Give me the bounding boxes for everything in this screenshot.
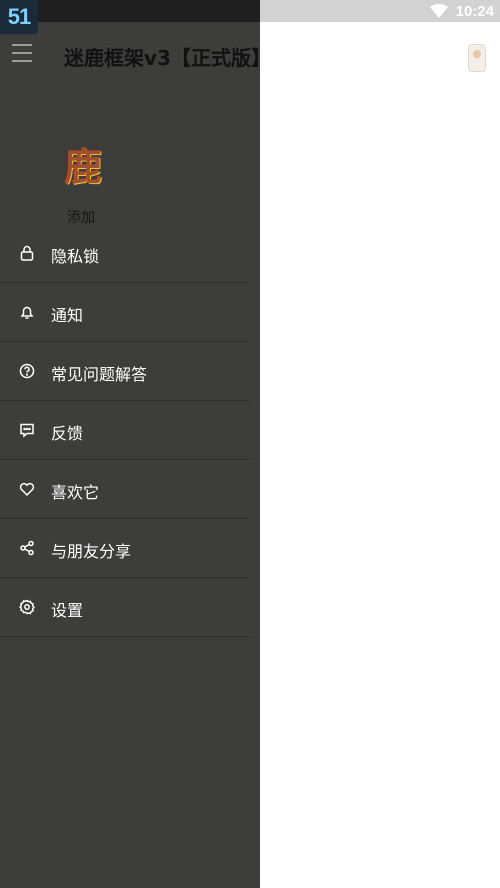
heart-icon bbox=[19, 482, 35, 497]
menu-item-faq[interactable]: 常见问题解答 bbox=[0, 342, 250, 401]
menu-item-label: 设置 bbox=[51, 601, 84, 620]
chat-icon bbox=[20, 423, 34, 438]
help-icon bbox=[19, 363, 35, 379]
menu-item-like[interactable]: 喜欢它 bbox=[0, 460, 250, 519]
status-right: 10:24 bbox=[429, 0, 494, 22]
bell-icon bbox=[20, 306, 34, 319]
navigation-drawer: 鹿 添加 隐私锁 通知 常见问题解答 反馈 喜欢它 与朋友分享 设置 bbox=[0, 22, 260, 888]
watermark-logo: 51 bbox=[0, 0, 38, 34]
screen: 10:24 51 迷鹿框架v3【正式版】 鹿 添加 隐私锁 通知 常见问题解答 … bbox=[0, 0, 500, 888]
status-bar: 10:24 bbox=[0, 0, 500, 22]
app-title: 迷鹿框架v3【正式版】 bbox=[64, 46, 271, 70]
menu-item-settings[interactable]: 设置 bbox=[0, 578, 250, 637]
menu-item-label: 常见问题解答 bbox=[51, 365, 148, 384]
main-content bbox=[260, 88, 500, 888]
menu-item-feedback[interactable]: 反馈 bbox=[0, 401, 250, 460]
menu-item-label: 与朋友分享 bbox=[51, 542, 132, 561]
status-bar-scrim bbox=[0, 0, 260, 22]
menu-item-label: 通知 bbox=[51, 306, 84, 325]
share-icon bbox=[20, 540, 34, 556]
menu-item-share[interactable]: 与朋友分享 bbox=[0, 519, 250, 578]
menu-item-label: 反馈 bbox=[51, 424, 84, 443]
hamburger-menu-icon[interactable] bbox=[12, 44, 32, 62]
menu-item-notifications[interactable]: 通知 bbox=[0, 283, 250, 342]
lock-icon bbox=[20, 245, 34, 261]
menu-item-label: 喜欢它 bbox=[51, 483, 100, 502]
wifi-icon bbox=[429, 4, 448, 18]
drawer-menu: 隐私锁 通知 常见问题解答 反馈 喜欢它 与朋友分享 设置 bbox=[0, 224, 250, 637]
avatar[interactable] bbox=[468, 44, 486, 72]
deer-logo[interactable]: 鹿 bbox=[64, 136, 102, 191]
clock: 10:24 bbox=[455, 2, 494, 20]
menu-item-label: 隐私锁 bbox=[51, 247, 100, 266]
menu-item-privacy-lock[interactable]: 隐私锁 bbox=[0, 224, 250, 283]
gear-icon bbox=[19, 599, 35, 615]
